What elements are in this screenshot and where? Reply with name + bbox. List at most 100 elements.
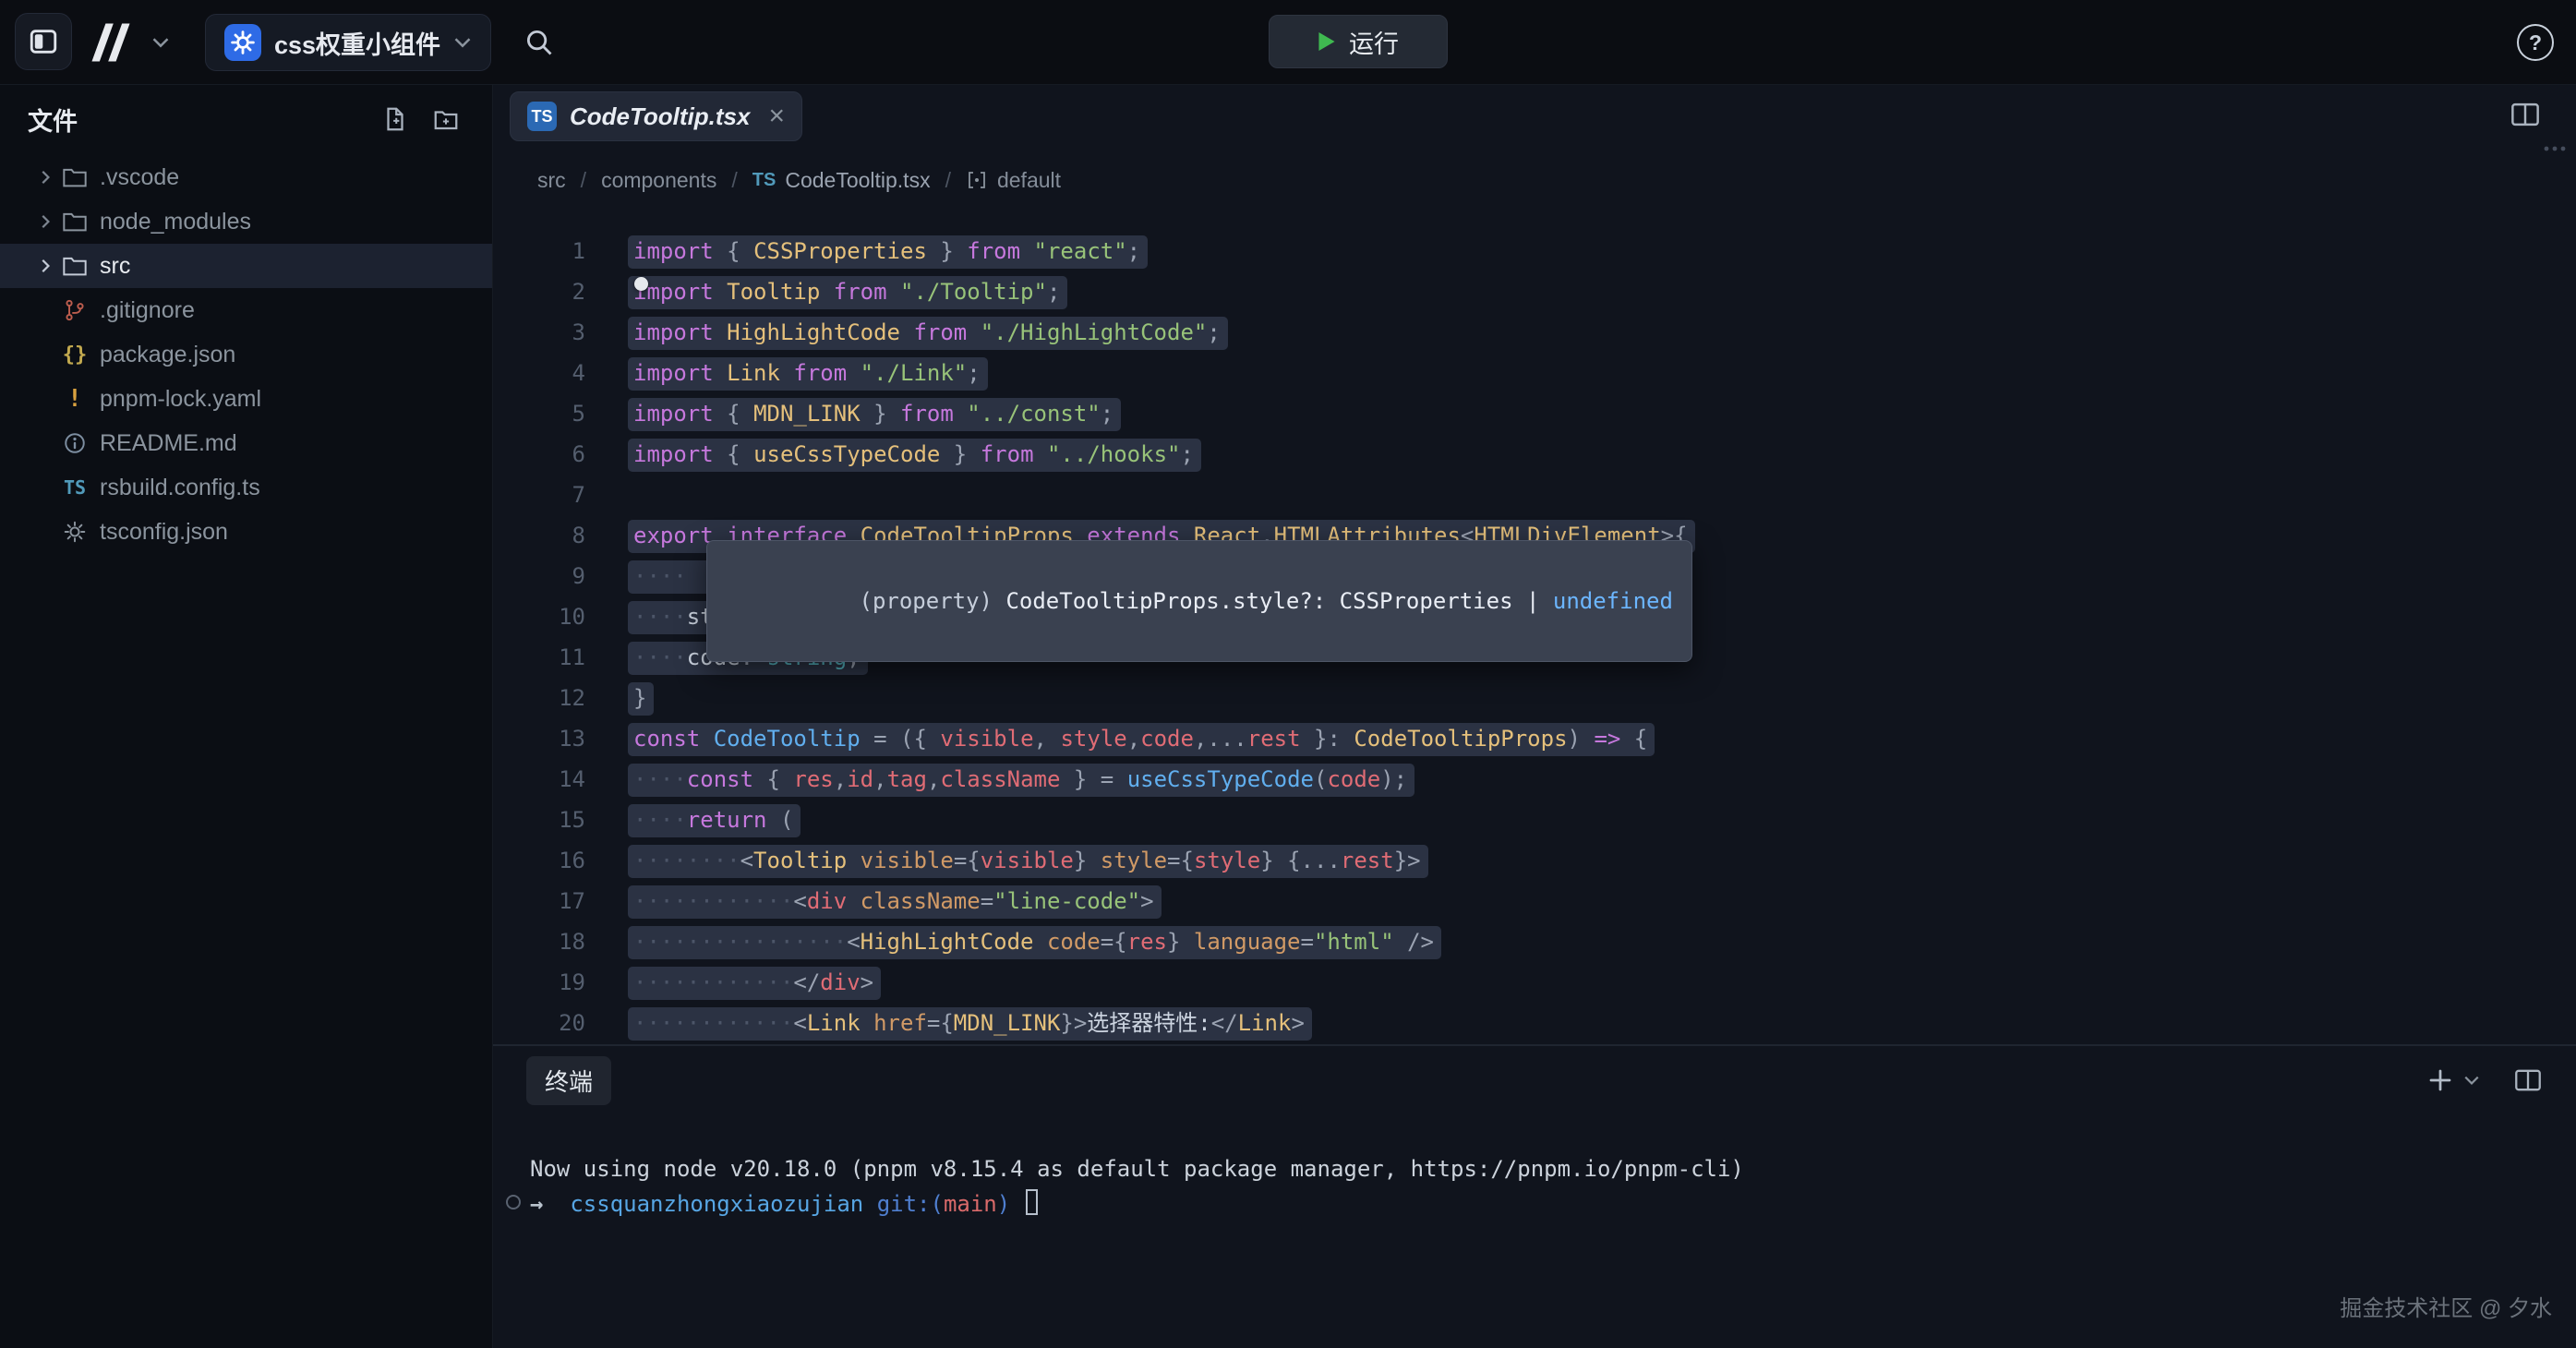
breadcrumb-symbol-default[interactable]: default: [966, 168, 1061, 193]
breadcrumb-src[interactable]: src: [537, 168, 566, 193]
breadcrumb-file[interactable]: TS CodeTooltip.tsx: [752, 168, 931, 193]
code-token: }>: [1060, 1010, 1087, 1036]
code-line[interactable]: 20············<Link href={MDN_LINK}>选择器特…: [493, 1003, 2576, 1043]
code-line[interactable]: 4import Link from "./Link";: [493, 353, 2576, 393]
code-line[interactable]: 1import { CSSProperties } from "react";: [493, 231, 2576, 271]
sidebar-toggle-button[interactable]: [15, 13, 72, 70]
run-button[interactable]: 运行: [1269, 15, 1448, 68]
new-folder-button[interactable]: [431, 105, 461, 133]
chevron-right-icon: [35, 211, 61, 232]
code-line[interactable]: 15····return (: [493, 800, 2576, 840]
terminal-line: Now using node v20.18.0 (pnpm v8.15.4 as…: [530, 1151, 2576, 1186]
play-icon: [1318, 30, 1336, 53]
code-text: import Link from "./Link";: [628, 353, 988, 393]
breadcrumb-separator: /: [731, 168, 737, 193]
tree-item-label: README.md: [100, 430, 237, 457]
tree-item-label: tsconfig.json: [100, 519, 228, 546]
code-line[interactable]: 18················<HighLightCode code={r…: [493, 921, 2576, 962]
code-token: (: [780, 807, 793, 833]
folder-icon: [61, 255, 89, 277]
code-text: ········<Tooltip visible={visible} style…: [628, 840, 1428, 881]
code-token: [847, 848, 860, 873]
code-text: const CodeTooltip = ({ visible, style,co…: [628, 718, 1655, 759]
project-selector[interactable]: css权重小组件: [205, 14, 491, 71]
breadcrumb-components[interactable]: components: [601, 168, 716, 193]
code-text: import { MDN_LINK } from "../const";: [628, 393, 1121, 434]
code-line[interactable]: 12}: [493, 678, 2576, 718]
breadcrumb: src / components / TS CodeTooltip.tsx / …: [493, 148, 2576, 212]
tree-item-gitignore[interactable]: .gitignore: [0, 288, 492, 332]
code-token: "../hooks": [1047, 441, 1181, 467]
question-mark-icon: ?: [2529, 30, 2542, 55]
tree-item-src[interactable]: src: [0, 244, 492, 288]
tab-codetooltip[interactable]: TS CodeTooltip.tsx ×: [510, 91, 802, 141]
code-token: res: [1127, 929, 1167, 955]
search-button[interactable]: [523, 26, 554, 57]
code-token: [714, 279, 727, 305]
code-text: ····const { res,id,tag,className } = use…: [628, 759, 1414, 800]
code-line[interactable]: 3import HighLightCode from "./HighLightC…: [493, 312, 2576, 353]
code-token: div: [807, 888, 847, 914]
terminal-output[interactable]: Now using node v20.18.0 (pnpm v8.15.4 as…: [526, 1151, 2576, 1222]
code-editor[interactable]: 1import { CSSProperties } from "react";2…: [493, 212, 2576, 1044]
code-token: ={: [927, 1010, 954, 1036]
code-text: import { CSSProperties } from "react";: [628, 231, 1148, 271]
breadcrumb-file-label: CodeTooltip.tsx: [785, 168, 930, 193]
code-token: }: [1167, 929, 1194, 955]
code-token: style: [1060, 726, 1126, 752]
chevron-right-icon: [35, 256, 61, 276]
code-token: "./Link": [861, 360, 968, 386]
code-token: CodeTooltip: [714, 726, 861, 752]
code-token: />: [1407, 929, 1434, 955]
code-text: ················<HighLightCode code={res…: [628, 921, 1441, 962]
tree-item-rsbuild-config[interactable]: TS rsbuild.config.ts: [0, 465, 492, 510]
whitespace-dots: ····: [633, 604, 687, 630]
code-line[interactable]: 16 ········<Tooltip visible={visible} sty…: [493, 840, 2576, 881]
project-chevron-down-icon: [453, 36, 472, 49]
code-line[interactable]: 2import Tooltip from "./Tooltip";: [493, 271, 2576, 312]
code-token: ): [1568, 726, 1595, 752]
code-token: [954, 401, 967, 427]
code-line[interactable]: 17············<div className="line-code"…: [493, 881, 2576, 921]
line-number: 6: [493, 434, 585, 475]
tree-item-readme[interactable]: README.md: [0, 421, 492, 465]
tree-item-pnpm-lock[interactable]: ! pnpm-lock.yaml: [0, 377, 492, 421]
code-token: ,: [873, 766, 886, 792]
logo-chevron-down-icon[interactable]: [151, 36, 170, 49]
code-line[interactable]: 5import { MDN_LINK } from "../const";: [493, 393, 2576, 434]
terminal-tab[interactable]: 终端: [526, 1056, 611, 1105]
app-logo[interactable]: [85, 19, 137, 66]
code-line[interactable]: 14····const { res,id,tag,className } = u…: [493, 759, 2576, 800]
code-token: ;: [1127, 238, 1140, 264]
code-line[interactable]: 7: [493, 475, 2576, 515]
code-token: from: [900, 401, 954, 427]
code-token: from: [981, 441, 1034, 467]
code-line[interactable]: 13const CodeTooltip = ({ visible, style,…: [493, 718, 2576, 759]
code-line[interactable]: 6import { useCssTypeCode } from "../hook…: [493, 434, 2576, 475]
code-token: <: [740, 848, 753, 873]
code-token: ,: [834, 766, 847, 792]
code-token: return: [687, 807, 767, 833]
code-token: Tooltip: [727, 279, 820, 305]
code-token: tag: [887, 766, 927, 792]
new-file-button[interactable]: [381, 105, 409, 133]
code-token: (: [1314, 766, 1327, 792]
code-token: [714, 360, 727, 386]
help-button[interactable]: ?: [2517, 24, 2554, 61]
split-editor-icon[interactable]: [2510, 101, 2541, 128]
more-actions-icon[interactable]: [2543, 144, 2567, 153]
tree-item-package-json[interactable]: {} package.json: [0, 332, 492, 377]
code-token: "./HighLightCode": [981, 319, 1208, 345]
tree-item-vscode[interactable]: .vscode: [0, 155, 492, 199]
tree-item-tsconfig[interactable]: tsconfig.json: [0, 510, 492, 554]
terminal-dropdown-chevron-icon[interactable]: [2463, 1075, 2480, 1086]
code-line[interactable]: 19············</div>: [493, 962, 2576, 1003]
new-terminal-plus-icon[interactable]: [2426, 1066, 2454, 1094]
split-terminal-icon[interactable]: [2513, 1067, 2543, 1093]
code-token: </: [1211, 1010, 1238, 1036]
code-token: [700, 726, 713, 752]
tree-item-node-modules[interactable]: node_modules: [0, 199, 492, 244]
close-tab-icon[interactable]: ×: [768, 102, 785, 130]
project-avatar: [224, 24, 261, 61]
line-number: 16: [493, 840, 585, 881]
